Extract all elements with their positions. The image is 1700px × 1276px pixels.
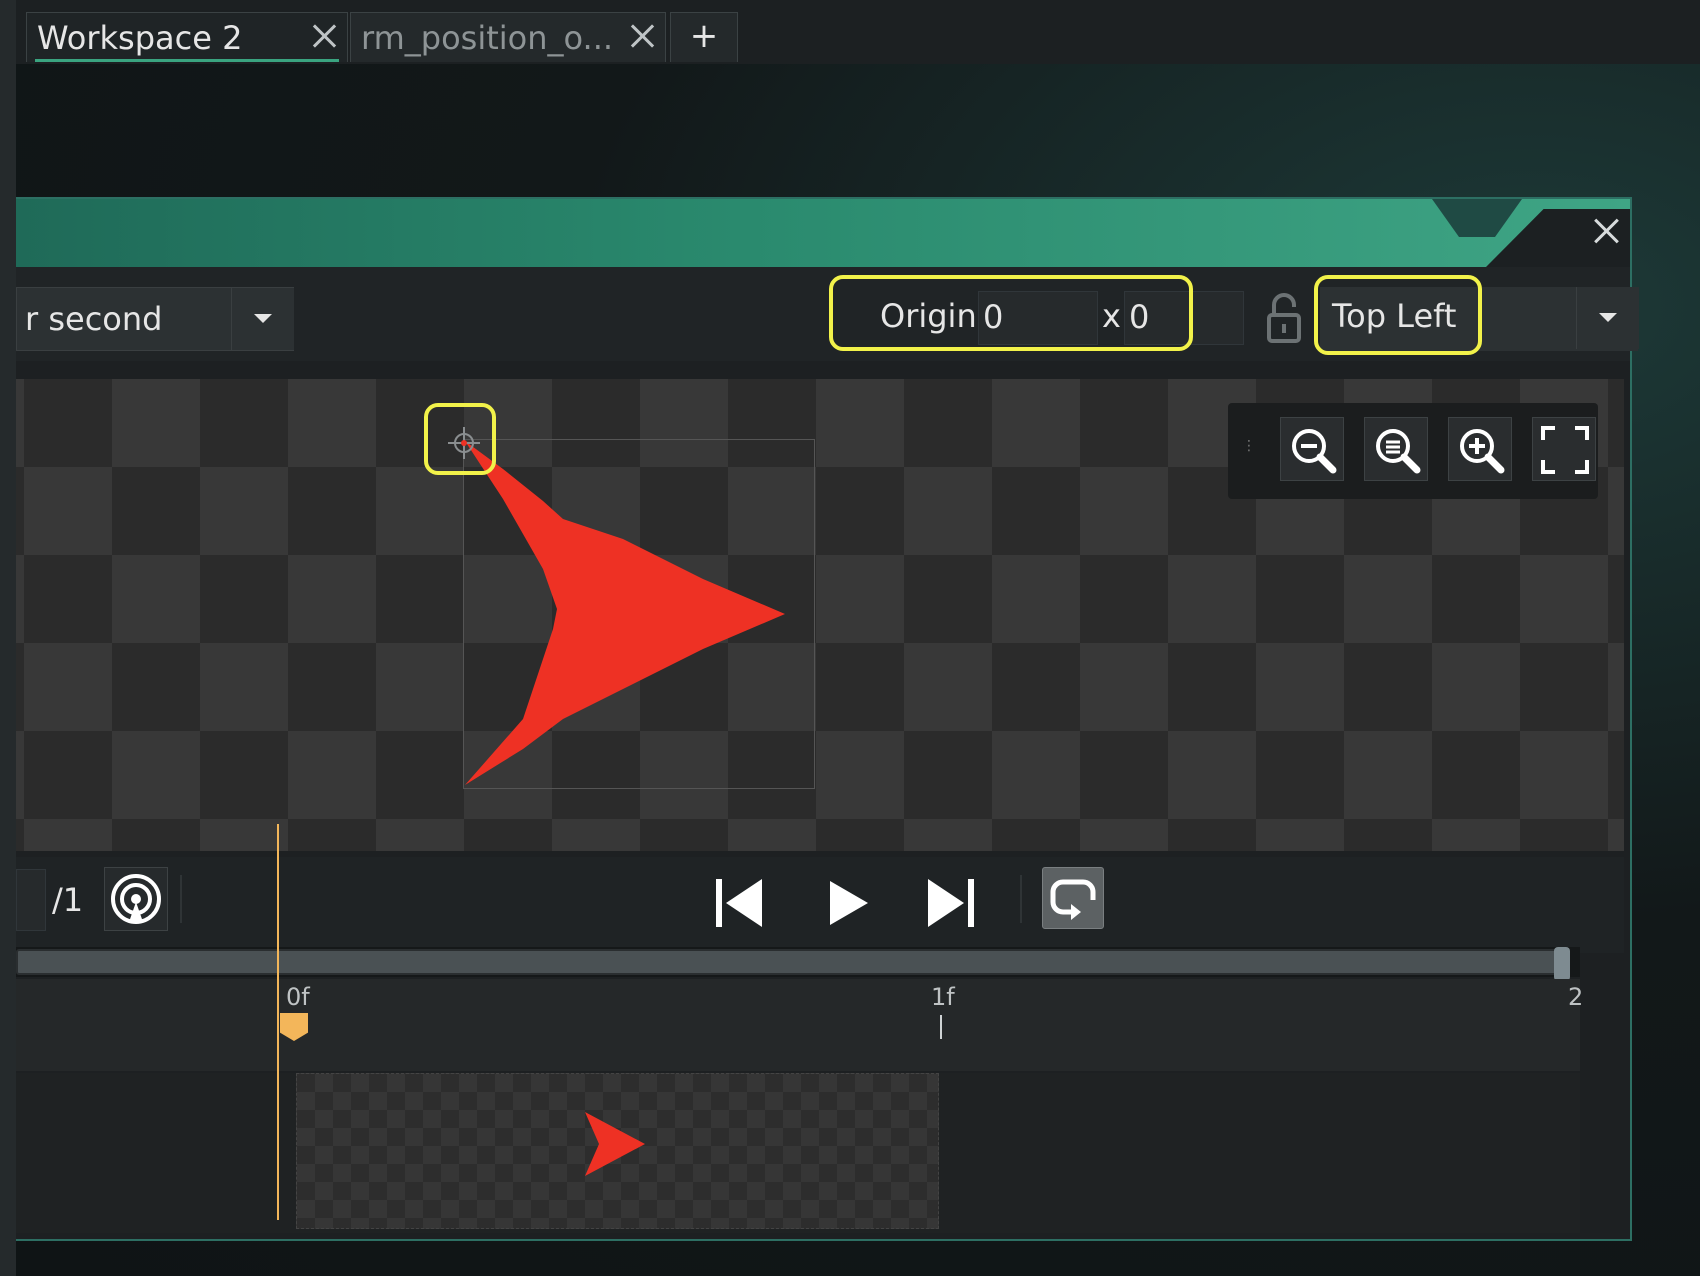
playhead-handle[interactable] bbox=[280, 1013, 308, 1041]
loop-button[interactable] bbox=[1042, 867, 1104, 929]
speed-select[interactable]: r second bbox=[16, 287, 294, 351]
divider bbox=[1020, 875, 1022, 923]
left-dock-strip bbox=[0, 0, 17, 1276]
play-icon[interactable] bbox=[816, 871, 880, 935]
frame-clip[interactable] bbox=[296, 1073, 939, 1229]
tab-rm-position[interactable]: rm_position_o... bbox=[350, 12, 666, 62]
tick-label-0f: 0f bbox=[286, 983, 310, 1011]
crosshair-icon[interactable] bbox=[446, 425, 482, 461]
scrubber-handle[interactable] bbox=[1554, 947, 1570, 981]
close-icon[interactable] bbox=[309, 21, 339, 51]
onion-skin-icon bbox=[111, 874, 161, 924]
tick-label-1f: 1f bbox=[931, 983, 955, 1011]
zoom-in-icon bbox=[1460, 429, 1505, 474]
origin-preset-highlight bbox=[1314, 275, 1482, 355]
fullscreen-icon bbox=[1541, 426, 1589, 474]
add-tab-button[interactable]: + bbox=[670, 12, 738, 62]
skip-to-start-icon[interactable] bbox=[706, 871, 770, 935]
tab-workspace-2[interactable]: Workspace 2 bbox=[26, 12, 348, 62]
zoom-reset-icon bbox=[1376, 429, 1421, 474]
frame-track bbox=[16, 1073, 1580, 1233]
titlebar-notch bbox=[1432, 199, 1522, 237]
sprite-canvas[interactable]: ⋮ bbox=[16, 379, 1624, 851]
divider bbox=[180, 875, 182, 923]
timeline-scrubber[interactable] bbox=[16, 947, 1580, 981]
arrow-sprite bbox=[465, 441, 785, 785]
fit-to-view-button[interactable] bbox=[1532, 417, 1596, 481]
playhead-line bbox=[277, 824, 279, 1220]
window-close-icon[interactable] bbox=[1590, 215, 1622, 247]
sprite-toolbar: r second Origin 0 x 0 Top Left bbox=[16, 267, 1639, 361]
window-titlebar[interactable] bbox=[16, 199, 1630, 267]
origin-highlight bbox=[829, 275, 1193, 351]
zoom-toolbar: ⋮ bbox=[1228, 403, 1598, 499]
tick-mark bbox=[940, 1015, 942, 1039]
close-icon[interactable] bbox=[627, 21, 657, 51]
onion-skin-button[interactable] bbox=[104, 867, 168, 931]
unlock-icon[interactable] bbox=[1266, 293, 1302, 345]
loop-icon bbox=[1050, 879, 1096, 920]
skip-to-end-icon[interactable] bbox=[920, 871, 984, 935]
tab-label: rm_position_o... bbox=[361, 19, 614, 57]
scrubber-track[interactable] bbox=[16, 949, 1560, 975]
plus-icon: + bbox=[689, 16, 719, 56]
sprite-editor-window: r second Origin 0 x 0 Top Left ⋮ /1 0f 1… bbox=[16, 197, 1639, 1241]
grip-icon[interactable]: ⋮ bbox=[1242, 439, 1256, 461]
current-frame-field[interactable] bbox=[16, 869, 46, 931]
zoom-reset-button[interactable] bbox=[1364, 417, 1428, 481]
timeline-ruler[interactable]: 0f 1f 2 bbox=[16, 979, 1584, 1071]
speed-select-value: r second bbox=[25, 300, 163, 338]
zoom-out-button[interactable] bbox=[1280, 417, 1344, 481]
tick-label-2: 2 bbox=[1568, 983, 1584, 1011]
zoom-out-icon bbox=[1292, 429, 1337, 474]
zoom-in-button[interactable] bbox=[1448, 417, 1512, 481]
tab-label: Workspace 2 bbox=[37, 19, 243, 57]
chevron-down-icon[interactable] bbox=[231, 288, 294, 350]
frame-thumbnail bbox=[585, 1112, 645, 1176]
frame-total: /1 bbox=[52, 881, 84, 919]
chevron-down-icon[interactable] bbox=[1576, 287, 1639, 349]
playback-controls: /1 bbox=[16, 857, 1624, 953]
